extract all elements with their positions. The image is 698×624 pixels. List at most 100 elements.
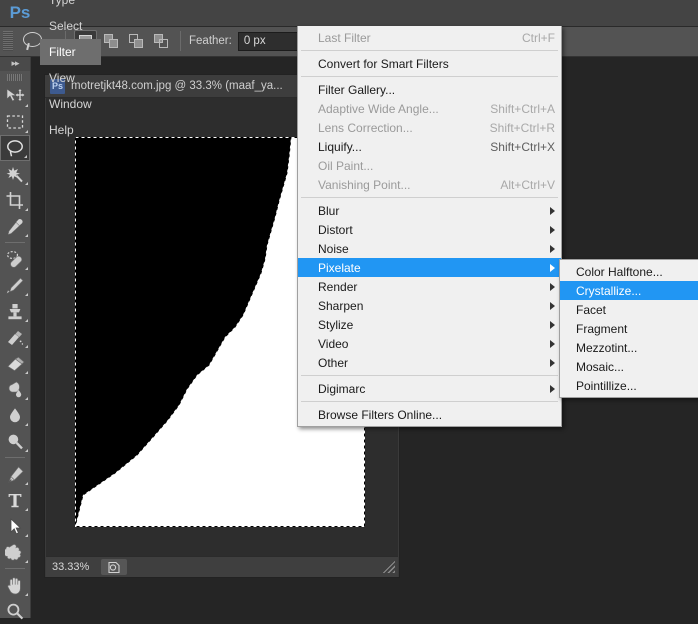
zoom-level-value[interactable]: 33.33%: [52, 561, 89, 573]
menu-item-label: Facet: [576, 302, 607, 317]
add-to-selection-button[interactable]: [101, 31, 122, 52]
filter-menu-item-render[interactable]: Render: [298, 277, 561, 296]
pixelate-item-color-halftone[interactable]: Color Halftone...: [560, 262, 698, 281]
menu-bar: Ps FileEditImageLayerTypeSelectFilterVie…: [0, 0, 698, 137]
tools-panel-grip[interactable]: [0, 71, 30, 83]
tool-flyout-indicator: [24, 155, 27, 158]
menu-type[interactable]: Type: [40, 0, 101, 13]
pixelate-item-pointillize[interactable]: Pointillize...: [560, 376, 698, 395]
menu-separator: [301, 401, 558, 402]
tool-flyout-indicator: [25, 449, 28, 452]
menu-item-label: Distort: [318, 222, 353, 237]
menu-item-label: Blur: [318, 203, 340, 218]
submenu-arrow-icon: [550, 358, 555, 367]
filter-menu-item-convert-for-smart-filters[interactable]: Convert for Smart Filters: [298, 54, 561, 73]
filter-menu-item-video[interactable]: Video: [298, 334, 561, 353]
submenu-arrow-icon: [550, 206, 555, 215]
tool-flyout-indicator: [25, 593, 28, 596]
filter-menu-item-filter-gallery[interactable]: Filter Gallery...: [298, 80, 561, 99]
menu-item-label: Stylize: [318, 317, 354, 332]
menu-item-label: Lens Correction...: [318, 120, 413, 135]
pixelate-item-mezzotint[interactable]: Mezzotint...: [560, 338, 698, 357]
filter-menu-item-liquify[interactable]: Liquify... Shift+Ctrl+X: [298, 137, 561, 156]
submenu-arrow-icon: [550, 225, 555, 234]
zoom-tool[interactable]: [0, 598, 30, 624]
tool-flyout-indicator: [25, 267, 28, 270]
menu-filter[interactable]: Filter: [40, 39, 101, 65]
pixelate-item-mosaic[interactable]: Mosaic...: [560, 357, 698, 376]
eyedropper-tool[interactable]: [0, 213, 30, 239]
menu-help[interactable]: Help: [40, 117, 101, 143]
tool-flyout-indicator: [25, 345, 28, 348]
blur-tool[interactable]: [0, 402, 30, 428]
tool-flyout-indicator: [25, 293, 28, 296]
tool-flyout-indicator: [25, 371, 28, 374]
feather-input[interactable]: 0 px: [237, 31, 302, 51]
quick-selection-tool[interactable]: [0, 161, 30, 187]
type-tool[interactable]: [0, 487, 30, 513]
intersect-with-selection-button[interactable]: [151, 31, 172, 52]
filter-menu-item-digimarc[interactable]: Digimarc: [298, 379, 561, 398]
menu-item-shortcut: Ctrl+F: [522, 30, 555, 45]
menu-item-label: Browse Filters Online...: [318, 407, 443, 422]
submenu-arrow-icon: [550, 244, 555, 253]
tools-panel: ▸▸: [0, 56, 31, 619]
tool-flyout-indicator: [25, 319, 28, 322]
eraser-tool[interactable]: [0, 350, 30, 376]
lasso-tool[interactable]: [0, 135, 30, 161]
menu-item-label: Last Filter: [318, 30, 371, 45]
custom-shape-tool[interactable]: [0, 539, 30, 565]
filter-menu-item-stylize[interactable]: Stylize: [298, 315, 561, 334]
path-selection-tool[interactable]: [0, 513, 30, 539]
menu-select[interactable]: Select: [40, 13, 101, 39]
filter-menu-item-blur[interactable]: Blur: [298, 201, 561, 220]
menu-separator: [301, 375, 558, 376]
pixelate-item-crystallize[interactable]: Crystallize...: [560, 281, 698, 300]
tool-flyout-indicator: [25, 234, 28, 237]
hand-tool[interactable]: [0, 572, 30, 598]
tool-flyout-indicator: [25, 397, 28, 400]
menu-item-label: Vanishing Point...: [318, 177, 411, 192]
filter-menu-item-sharpen[interactable]: Sharpen: [298, 296, 561, 315]
rectangular-marquee-tool[interactable]: [0, 109, 30, 135]
menu-window[interactable]: Window: [40, 91, 101, 117]
menu-item-label: Render: [318, 279, 358, 294]
tool-flyout-indicator: [25, 208, 28, 211]
dodge-tool[interactable]: [0, 428, 30, 454]
options-bar-grip[interactable]: [3, 31, 13, 51]
gradient-tool[interactable]: [0, 376, 30, 402]
pen-tool[interactable]: [0, 461, 30, 487]
menu-item-label: Mezzotint...: [576, 340, 638, 355]
spot-healing-brush-tool[interactable]: [0, 246, 30, 272]
filter-menu-item-noise[interactable]: Noise: [298, 239, 561, 258]
menu-item-label: Oil Paint...: [318, 158, 374, 173]
pixelate-item-facet[interactable]: Facet: [560, 300, 698, 319]
history-brush-tool[interactable]: [0, 324, 30, 350]
tool-flyout-indicator: [25, 560, 28, 563]
tool-flyout-indicator: [25, 423, 28, 426]
menu-item-label: Pixelate: [318, 260, 361, 275]
filter-menu-item-distort[interactable]: Distort: [298, 220, 561, 239]
document-info-button[interactable]: [101, 559, 128, 575]
menu-item-label: Filter Gallery...: [318, 82, 396, 97]
resize-grip-icon[interactable]: [383, 561, 395, 573]
menu-separator: [301, 50, 558, 51]
subtract-from-selection-button[interactable]: [126, 31, 147, 52]
move-tool[interactable]: [0, 83, 30, 109]
brush-tool[interactable]: [0, 272, 30, 298]
filter-menu-item-other[interactable]: Other: [298, 353, 561, 372]
tools-panel-collapse-button[interactable]: ▸▸: [0, 56, 30, 71]
intersect-with-selection-icon: [154, 33, 169, 49]
pixelate-item-fragment[interactable]: Fragment: [560, 319, 698, 338]
menu-view[interactable]: View: [40, 65, 101, 91]
tools-divider-1: [5, 242, 25, 243]
tool-flyout-indicator: [25, 508, 28, 511]
filter-menu-item-pixelate[interactable]: Pixelate: [298, 258, 561, 277]
subtract-from-selection-icon: [129, 33, 144, 49]
filter-menu-item-vanishing-point: Vanishing Point... Alt+Ctrl+V: [298, 175, 561, 194]
menu-item-shortcut: Shift+Ctrl+A: [490, 101, 555, 116]
clone-stamp-tool[interactable]: [0, 298, 30, 324]
crop-tool[interactable]: [0, 187, 30, 213]
filter-menu-item-browse-filters-online[interactable]: Browse Filters Online...: [298, 405, 561, 424]
filter-menu-dropdown: Last Filter Ctrl+F Convert for Smart Filte…: [297, 26, 562, 427]
